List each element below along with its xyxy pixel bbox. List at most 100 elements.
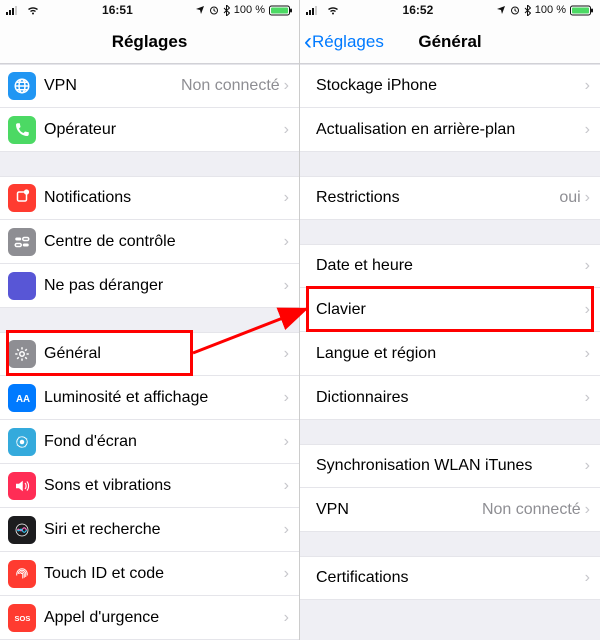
row-clavier[interactable]: Clavier › <box>300 288 600 332</box>
chevron-right-icon: › <box>585 257 590 275</box>
chevron-right-icon: › <box>585 389 590 407</box>
row-label: Clavier <box>300 301 585 319</box>
statusbar: 16:52 100 % <box>300 0 600 20</box>
chevron-right-icon: › <box>284 477 289 495</box>
sos-icon: SOS <box>8 604 36 632</box>
nav-title: Réglages <box>0 32 299 52</box>
chevron-right-icon: › <box>585 569 590 587</box>
row-langue-et-r-gion[interactable]: Langue et région › <box>300 332 600 376</box>
back-button[interactable]: ‹ Réglages <box>300 20 384 63</box>
control-center-icon <box>8 228 36 256</box>
alarm-icon <box>209 5 219 15</box>
row-label: Sons et vibrations <box>44 477 284 495</box>
battery-percent: 100 % <box>234 4 265 16</box>
chevron-right-icon: › <box>284 121 289 139</box>
row-notifications[interactable]: Notifications › <box>0 176 299 220</box>
sound-icon <box>8 472 36 500</box>
alarm-icon <box>510 5 520 15</box>
row-actualisation-en-arri-re-plan[interactable]: Actualisation en arrière-plan › <box>300 108 600 152</box>
siri-icon <box>8 516 36 544</box>
svg-text:AA: AA <box>16 393 30 404</box>
chevron-right-icon: › <box>284 565 289 583</box>
row-label: Actualisation en arrière-plan <box>300 121 585 139</box>
statusbar: 16:51 100 % <box>0 0 299 20</box>
chevron-right-icon: › <box>585 501 590 519</box>
settings-screen: 16:51 100 % Réglages <box>0 0 300 640</box>
location-icon <box>496 5 506 15</box>
chevron-right-icon: › <box>284 77 289 95</box>
chevron-right-icon: › <box>284 389 289 407</box>
row-appel-d-urgence[interactable]: SOS Appel d'urgence › <box>0 596 299 640</box>
row-dictionnaires[interactable]: Dictionnaires › <box>300 376 600 420</box>
phone-icon <box>8 116 36 144</box>
chevron-right-icon: › <box>585 301 590 319</box>
row-vpn[interactable]: VPN Non connecté › <box>300 488 600 532</box>
row-fond-d-cran[interactable]: Fond d'écran › <box>0 420 299 464</box>
row-label: Centre de contrôle <box>44 233 284 251</box>
general-screen: 16:52 100 % ‹ Réglages <box>300 0 600 640</box>
row-value: Non connecté <box>482 501 581 519</box>
wallpaper-icon <box>8 428 36 456</box>
chevron-right-icon: › <box>284 609 289 627</box>
row-restrictions[interactable]: Restrictions oui › <box>300 176 600 220</box>
row-label: Synchronisation WLAN iTunes <box>300 457 585 475</box>
row-label: Stockage iPhone <box>300 77 585 95</box>
row-label: Fond d'écran <box>44 433 284 451</box>
row-label: Général <box>44 345 284 363</box>
row-date-et-heure[interactable]: Date et heure › <box>300 244 600 288</box>
chevron-right-icon: › <box>284 433 289 451</box>
bluetooth-icon <box>524 5 531 16</box>
general-list: Stockage iPhone › Actualisation en arriè… <box>300 64 600 600</box>
chevron-right-icon: › <box>585 345 590 363</box>
row-label: Dictionnaires <box>300 389 585 407</box>
chevron-right-icon: › <box>284 277 289 295</box>
row-g-n-ral[interactable]: Général › <box>0 332 299 376</box>
row-centre-de-contr-le[interactable]: Centre de contrôle › <box>0 220 299 264</box>
row-vpn[interactable]: VPN Non connecté › <box>0 64 299 108</box>
row-synchronisation-wlan-itunes[interactable]: Synchronisation WLAN iTunes › <box>300 444 600 488</box>
notifications-icon <box>8 184 36 212</box>
row-label: Siri et recherche <box>44 521 284 539</box>
chevron-right-icon: › <box>284 233 289 251</box>
row-luminosit-et-affichage[interactable]: AA Luminosité et affichage › <box>0 376 299 420</box>
display-icon: AA <box>8 384 36 412</box>
chevron-right-icon: › <box>585 77 590 95</box>
row-certifications[interactable]: Certifications › <box>300 556 600 600</box>
globe-icon <box>8 72 36 100</box>
row-value: oui <box>559 189 580 207</box>
row-label: Appel d'urgence <box>44 609 284 627</box>
row-stockage-iphone[interactable]: Stockage iPhone › <box>300 64 600 108</box>
chevron-right-icon: › <box>585 121 590 139</box>
fingerprint-icon <box>8 560 36 588</box>
chevron-right-icon: › <box>284 345 289 363</box>
chevron-right-icon: › <box>585 457 590 475</box>
chevron-right-icon: › <box>284 521 289 539</box>
row-label: VPN <box>300 501 482 519</box>
location-icon <box>195 5 205 15</box>
chevron-left-icon: ‹ <box>304 30 312 54</box>
wifi-icon <box>26 5 40 15</box>
navbar: ‹ Réglages Général <box>300 20 600 64</box>
signal-icon <box>6 5 22 15</box>
battery-icon <box>570 5 594 16</box>
moon-icon <box>8 272 36 300</box>
battery-percent: 100 % <box>535 4 566 16</box>
svg-text:SOS: SOS <box>15 614 31 623</box>
row-label: Touch ID et code <box>44 565 284 583</box>
back-label: Réglages <box>312 32 384 52</box>
bluetooth-icon <box>223 5 230 16</box>
row-label: Certifications <box>300 569 585 587</box>
row-sons-et-vibrations[interactable]: Sons et vibrations › <box>0 464 299 508</box>
signal-icon <box>306 5 322 15</box>
chevron-right-icon: › <box>585 189 590 207</box>
gear-icon <box>8 340 36 368</box>
chevron-right-icon: › <box>284 189 289 207</box>
row-label: VPN <box>44 77 181 95</box>
row-touch-id-et-code[interactable]: Touch ID et code › <box>0 552 299 596</box>
row-ne-pas-d-ranger[interactable]: Ne pas déranger › <box>0 264 299 308</box>
statusbar-time: 16:51 <box>102 3 133 17</box>
row-siri-et-recherche[interactable]: Siri et recherche › <box>0 508 299 552</box>
row-op-rateur[interactable]: Opérateur › <box>0 108 299 152</box>
row-label: Date et heure <box>300 257 585 275</box>
navbar: Réglages <box>0 20 299 64</box>
